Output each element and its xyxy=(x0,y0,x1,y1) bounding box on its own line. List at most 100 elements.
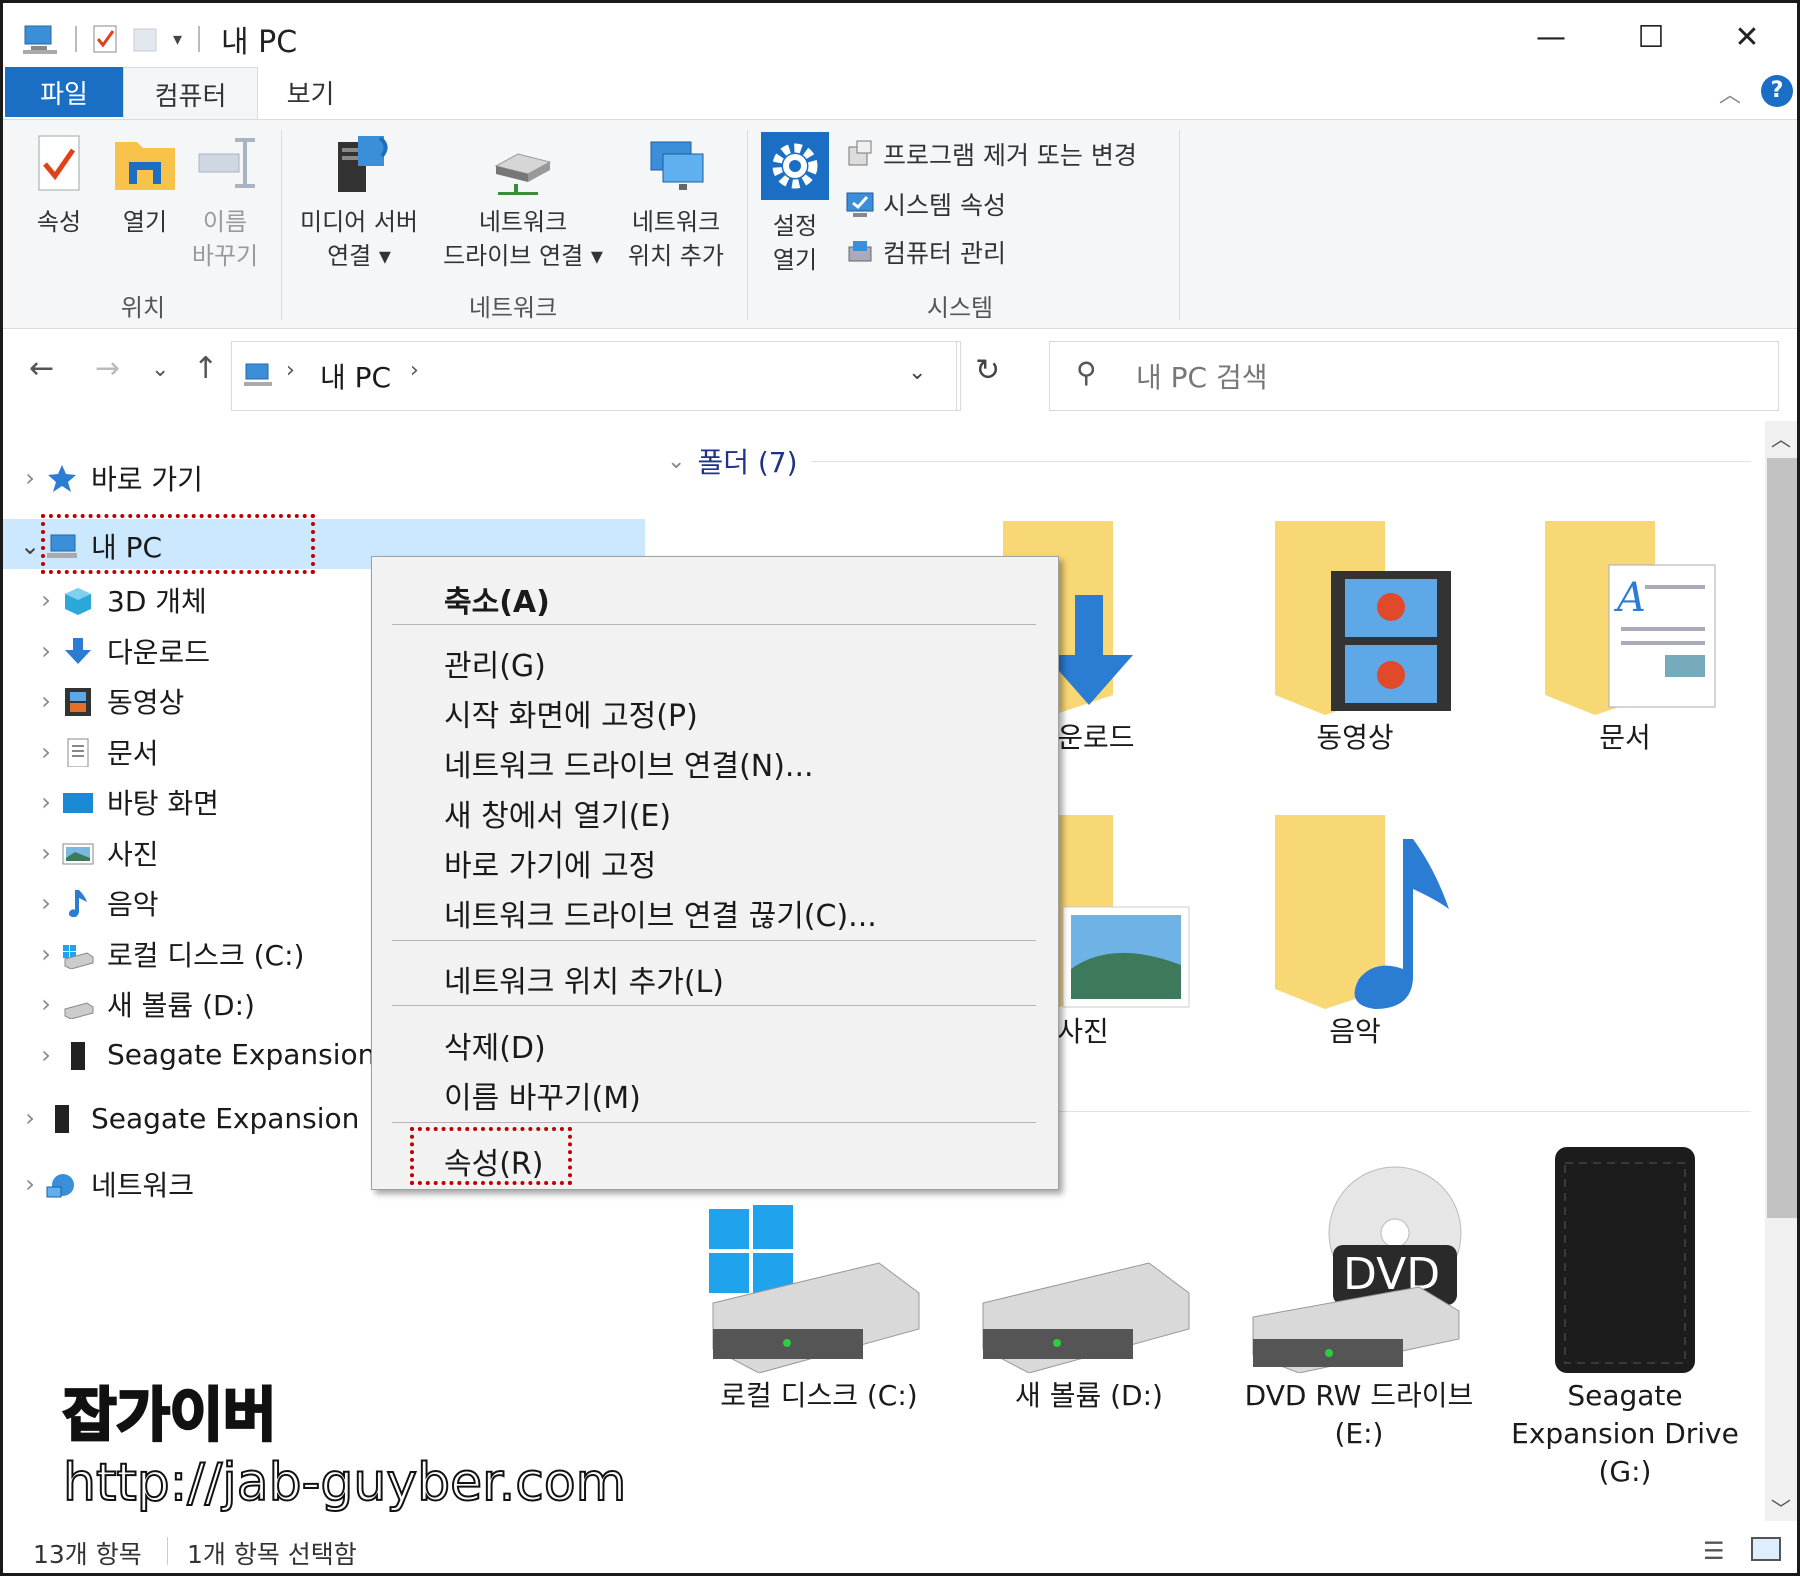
network-label: 네트워크 xyxy=(91,1169,195,1202)
address-bar[interactable]: › 내 PC › ⌄ xyxy=(231,341,961,411)
tree-item-label: 로컬 디스크 (C:) xyxy=(107,938,305,972)
rename-button[interactable]: 이름 바꾸기 xyxy=(187,132,263,273)
back-arrow-icon[interactable]: ← xyxy=(29,351,54,386)
add-network-location-button[interactable]: 네트워크 위치 추가 xyxy=(617,132,735,273)
details-view-icon[interactable]: ☰ xyxy=(1703,1537,1725,1565)
properties-label: 속성 xyxy=(36,208,82,236)
add-network-location-label-1: 네트워크 xyxy=(631,208,721,236)
refresh-icon[interactable]: ↻ xyxy=(975,353,1000,388)
tab-computer[interactable]: 컴퓨터 xyxy=(123,67,258,121)
expand-chevron-icon[interactable]: › xyxy=(15,1170,45,1198)
scroll-up-icon[interactable]: ︿ xyxy=(1771,423,1791,452)
collapse-ribbon-icon[interactable]: ︿ xyxy=(1719,77,1741,109)
drive-e[interactable]: DVD DVD RW 드라이브 (E:) xyxy=(1239,1143,1479,1453)
menu-item-rename[interactable]: 이름 바꾸기(M) xyxy=(444,1073,641,1117)
breadcrumb-this-pc[interactable]: 내 PC xyxy=(320,356,391,396)
close-button[interactable]: ✕ xyxy=(1699,11,1795,63)
quick-access-toolbar: ▾ xyxy=(21,21,201,57)
external-drive-icon xyxy=(55,1105,69,1133)
up-arrow-icon[interactable]: ↑ xyxy=(193,351,218,386)
menu-item-open-new-window[interactable]: 새 창에서 열기(E) xyxy=(444,791,671,835)
collapse-chevron-icon[interactable]: ⌄ xyxy=(667,449,685,474)
minimize-button[interactable]: — xyxy=(1503,11,1599,63)
menu-item-manage[interactable]: 관리(G) xyxy=(444,641,546,685)
address-dropdown-icon[interactable]: ⌄ xyxy=(908,360,926,385)
system-properties-button[interactable]: 시스템 속성 xyxy=(845,186,1006,222)
title-bar: ▾ 내 PC — ☐ ✕ xyxy=(3,3,1797,73)
properties-button[interactable]: 속성 xyxy=(21,132,97,239)
tree-item-desktop[interactable]: › 바탕 화면 xyxy=(31,779,219,825)
search-box[interactable]: ⚲ 내 PC 검색 xyxy=(1049,341,1779,411)
folder-music[interactable]: 음악 xyxy=(1235,809,1475,1051)
tree-item-3d-objects[interactable]: › 3D 개체 xyxy=(31,577,207,623)
tree-item-music[interactable]: › 음악 xyxy=(31,880,158,926)
large-icons-view-icon[interactable] xyxy=(1751,1537,1781,1561)
menu-item-collapse[interactable]: 축소(A) xyxy=(444,577,550,621)
scrollbar-thumb[interactable] xyxy=(1767,458,1797,1218)
uninstall-icon xyxy=(848,140,872,166)
menu-item-disconnect-network-drive[interactable]: 네트워크 드라이브 연결 끊기(C)... xyxy=(444,891,877,935)
menu-item-map-network-drive[interactable]: 네트워크 드라이브 연결(N)... xyxy=(444,741,814,785)
folder-videos[interactable]: 동영상 xyxy=(1235,515,1475,757)
expand-chevron-icon[interactable]: › xyxy=(15,1104,45,1132)
folder-documents[interactable]: A 문서 xyxy=(1505,515,1745,757)
forward-arrow-icon[interactable]: → xyxy=(95,351,120,386)
network-drive-icon xyxy=(494,153,552,195)
expand-chevron-icon[interactable]: › xyxy=(31,637,61,665)
tree-item-pictures[interactable]: › 사진 xyxy=(31,830,158,876)
tree-item-seagate-child[interactable]: › Seagate Expansion D xyxy=(31,1032,406,1078)
expand-chevron-icon[interactable]: › xyxy=(31,889,61,917)
tree-item-documents[interactable]: › 문서 xyxy=(31,729,159,775)
expand-chevron-icon[interactable]: › xyxy=(31,738,61,766)
maximize-button[interactable]: ☐ xyxy=(1603,11,1699,63)
tree-item-local-disk-c[interactable]: › 로컬 디스크 (C:) xyxy=(31,931,304,977)
drive-e-label-1: DVD RW 드라이브 xyxy=(1244,1379,1474,1412)
group-divider xyxy=(811,461,1751,462)
expand-chevron-icon[interactable]: › xyxy=(31,940,61,968)
tree-item-seagate[interactable]: › Seagate Expansion D xyxy=(15,1095,390,1141)
star-icon xyxy=(48,465,76,492)
expand-chevron-icon[interactable]: › xyxy=(31,586,61,614)
computer-management-button[interactable]: 컴퓨터 관리 xyxy=(845,234,1006,270)
menu-item-pin-to-start[interactable]: 시작 화면에 고정(P) xyxy=(444,691,698,735)
scroll-down-icon[interactable]: ﹀ xyxy=(1771,1493,1791,1522)
expand-chevron-icon[interactable]: › xyxy=(31,839,61,867)
tab-file[interactable]: 파일 xyxy=(5,67,123,117)
customize-chevron-icon[interactable]: ▾ xyxy=(173,29,182,50)
help-icon[interactable]: ? xyxy=(1761,75,1793,107)
recent-locations-chevron-icon[interactable]: ⌄ xyxy=(151,357,169,382)
media-server-label-2: 연결 ▾ xyxy=(327,242,391,270)
rename-label-2: 바꾸기 xyxy=(191,242,259,270)
uninstall-program-button[interactable]: 프로그램 제거 또는 변경 xyxy=(845,136,1137,172)
expand-chevron-icon[interactable]: › xyxy=(31,1041,61,1069)
tree-item-quick-access[interactable]: › 바로 가기 xyxy=(15,455,203,501)
properties-icon xyxy=(38,135,80,191)
map-network-drive-button[interactable]: 네트워크 드라이브 연결 ▾ xyxy=(433,132,613,273)
expand-chevron-icon[interactable]: › xyxy=(31,788,61,816)
menu-item-pin-quick-access[interactable]: 바로 가기에 고정 xyxy=(444,841,656,885)
open-settings-button[interactable]: 설정 열기 xyxy=(755,132,835,277)
expand-chevron-icon[interactable]: › xyxy=(31,687,61,715)
drive-g[interactable]: Seagate Expansion Drive (G:) xyxy=(1505,1143,1745,1491)
tree-item-label: 다운로드 xyxy=(107,635,211,669)
properties-icon[interactable] xyxy=(91,23,121,55)
tab-view[interactable]: 보기 xyxy=(258,67,363,117)
tree-item-videos[interactable]: › 동영상 xyxy=(31,678,184,724)
tree-item-volume-d[interactable]: › 새 볼륨 (D:) xyxy=(31,981,255,1027)
breadcrumb-chevron-icon[interactable]: › xyxy=(410,358,419,383)
menu-item-add-network-location[interactable]: 네트워크 위치 추가(L) xyxy=(444,957,724,1001)
media-server-button[interactable]: 미디어 서버 연결 ▾ xyxy=(289,132,429,273)
tree-item-label: 문서 xyxy=(107,736,159,770)
tree-item-network[interactable]: › 네트워크 xyxy=(15,1161,194,1207)
computer-icon xyxy=(23,25,57,54)
menu-item-delete[interactable]: 삭제(D) xyxy=(444,1023,546,1067)
expand-chevron-icon[interactable]: › xyxy=(15,464,45,492)
tree-item-downloads[interactable]: › 다운로드 xyxy=(31,628,210,674)
rename-icon xyxy=(198,138,255,188)
folders-group-header[interactable]: ⌄ 폴더 (7) xyxy=(667,441,798,481)
address-divider xyxy=(956,342,957,410)
computer-management-icon xyxy=(848,241,872,262)
expand-chevron-icon[interactable]: › xyxy=(31,990,61,1018)
open-button[interactable]: 열기 xyxy=(107,132,183,239)
new-folder-icon[interactable] xyxy=(131,23,161,55)
